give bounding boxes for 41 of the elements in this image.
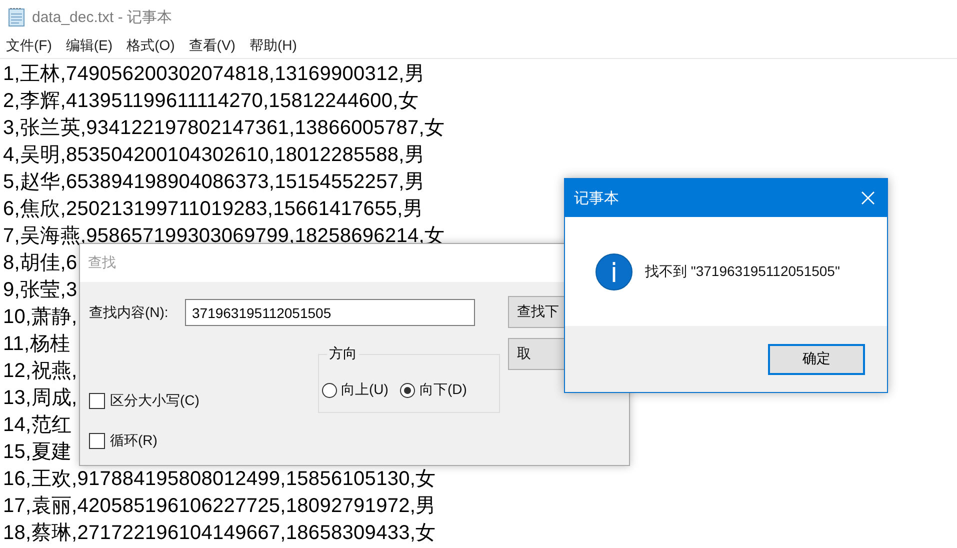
- text-line: 4,吴明,853504200104302610,18012285588,男: [3, 143, 424, 168]
- text-line: 2,李辉,413951199611114270,15812244600,女: [3, 89, 419, 114]
- radio-label: 向上(U): [341, 381, 388, 399]
- text-line: 6,焦欣,250213199711019283,15661417655,男: [3, 197, 423, 222]
- text-line: 11,杨桂: [3, 332, 70, 357]
- text-line: 12,祝燕,: [3, 359, 78, 384]
- checkbox[interactable]: [89, 393, 105, 409]
- message-text: 找不到 "371963195112051505": [645, 262, 840, 280]
- text-line: 13,周成,: [3, 386, 78, 411]
- text-line: 5,赵华,653894198904086373,15154552257,男: [3, 170, 424, 195]
- text-line: 9,张莹,3: [3, 278, 78, 303]
- find-label: 查找内容(N):: [89, 304, 168, 322]
- menu-item[interactable]: 帮助(H): [249, 37, 297, 55]
- info-icon: [595, 252, 633, 290]
- menu-item[interactable]: 文件(F): [6, 37, 52, 55]
- radio-button[interactable]: [322, 382, 337, 398]
- ok-button[interactable]: 确定: [768, 344, 865, 374]
- text-line: 15,夏建: [3, 440, 72, 465]
- window-title: data_dec.txt - 记事本: [32, 8, 172, 26]
- checkbox-label: 区分大小写(C): [110, 392, 200, 410]
- group-label: 方向: [327, 345, 359, 363]
- menu-item[interactable]: 查看(V): [188, 37, 236, 55]
- text-line: 18,蔡琳,271722196104149667,18658309433,女: [3, 521, 436, 546]
- find-input[interactable]: 371963195112051505: [185, 299, 475, 326]
- text-line: 14,范红: [3, 413, 72, 438]
- checkbox-label: 循环(R): [110, 432, 158, 450]
- menu-item[interactable]: 编辑(E): [66, 37, 113, 55]
- text-line: 8,胡佳,6: [3, 251, 78, 276]
- menu-item[interactable]: 格式(O): [126, 37, 175, 55]
- dialog-title: 查找: [88, 254, 116, 272]
- text-line: 16,王欢,917884195808012499,15856105130,女: [3, 467, 436, 492]
- dialog-title: 记事本: [574, 188, 619, 208]
- radio-button[interactable]: [400, 382, 416, 398]
- text-line: 1,王林,749056200302074818,13169900312,男: [3, 62, 424, 87]
- text-line: 17,袁丽,420585196106227725,18092791972,男: [3, 494, 436, 519]
- notepad-icon: [8, 7, 26, 27]
- close-icon[interactable]: [861, 191, 875, 205]
- text-line: 3,张兰英,934122197802147361,13866005787,女: [3, 116, 445, 141]
- radio-label: 向下(D): [419, 381, 467, 399]
- checkbox[interactable]: [89, 433, 105, 449]
- text-line: 10,萧静,: [3, 305, 78, 330]
